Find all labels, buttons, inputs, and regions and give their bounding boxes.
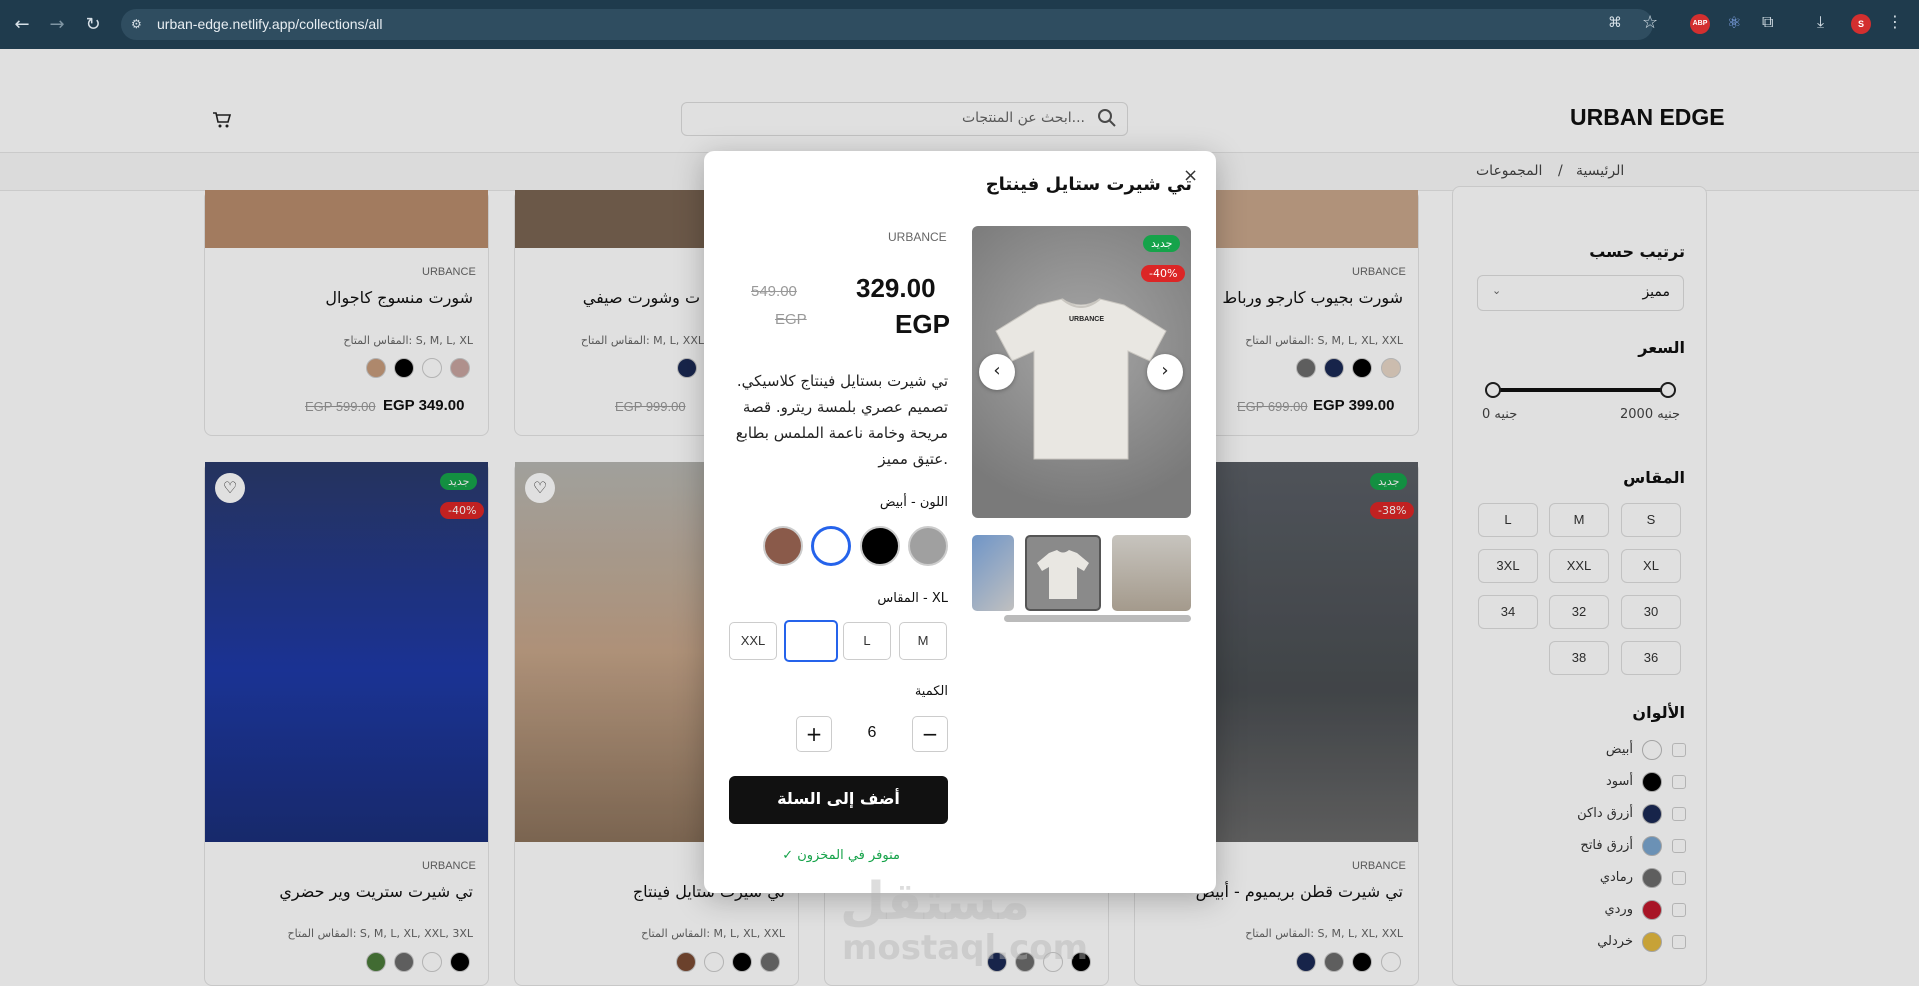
- color-option-white-selected[interactable]: [811, 526, 851, 566]
- quantity-increase-button[interactable]: +: [796, 716, 832, 752]
- modal-currency: EGP: [895, 309, 950, 339]
- size-option[interactable]: XXL: [729, 622, 777, 660]
- modal-price: 329.00: [856, 273, 936, 303]
- extensions-icon[interactable]: ⧉: [1762, 12, 1773, 32]
- badge-discount: -40%: [1141, 265, 1186, 282]
- add-to-cart-button[interactable]: أضف إلى السلة: [729, 776, 948, 824]
- back-icon[interactable]: ←: [11, 14, 33, 36]
- modal-old-currency: EGP: [775, 311, 807, 328]
- next-image-arrow-icon[interactable]: ›: [1147, 354, 1183, 390]
- thumbnail-image[interactable]: [972, 535, 1014, 611]
- adblock-icon[interactable]: ABP: [1690, 14, 1710, 34]
- modal-brand: URBANCE: [888, 230, 947, 244]
- translate-icon[interactable]: ⌘: [1608, 15, 1622, 31]
- color-option-gray[interactable]: [908, 526, 948, 566]
- thumbnail-scrollbar[interactable]: [1004, 615, 1191, 622]
- color-label: اللون - أبيض: [879, 495, 948, 510]
- reload-icon[interactable]: ↻: [82, 14, 104, 36]
- menu-icon[interactable]: ⋮: [1887, 12, 1903, 31]
- forward-icon[interactable]: →: [46, 14, 68, 36]
- download-icon[interactable]: ⤓: [1817, 12, 1824, 32]
- site-info-icon[interactable]: ⚙: [131, 17, 147, 33]
- size-option-selected[interactable]: [784, 620, 838, 662]
- bookmark-star-icon[interactable]: ☆: [1642, 12, 1658, 33]
- prev-image-arrow-icon[interactable]: ‹: [979, 354, 1015, 390]
- url-text: urban-edge.netlify.app/collections/all: [157, 16, 383, 32]
- quantity-label: الكمية: [914, 684, 948, 699]
- size-option[interactable]: M: [899, 622, 947, 660]
- profile-avatar[interactable]: S: [1851, 14, 1871, 34]
- badge-new: جديد: [1143, 235, 1181, 252]
- modal-old-price: 549.00: [751, 283, 797, 300]
- size-label: المقاس - XL: [877, 591, 948, 606]
- thumbnail-image[interactable]: [1112, 535, 1191, 611]
- react-devtools-icon[interactable]: ⚛: [1727, 13, 1741, 32]
- watermark-text: mostaql.com: [842, 928, 1089, 968]
- color-option-black[interactable]: [860, 526, 900, 566]
- stock-status: ✓ متوفر في المخزون: [782, 848, 900, 863]
- thumbnail-image-selected[interactable]: [1025, 535, 1101, 611]
- shirt-print: URBANCE: [1069, 316, 1104, 323]
- modal-description: تي شيرت بستايل فينتاج كلاسيكي. تصميم عصر…: [735, 372, 948, 468]
- watermark-logo: مستقل: [840, 872, 1031, 932]
- size-option[interactable]: L: [843, 622, 891, 660]
- close-icon[interactable]: ×: [1183, 165, 1198, 186]
- modal-title: تي شيرت ستايل فينتاج: [985, 174, 1192, 195]
- quantity-decrease-button[interactable]: −: [912, 716, 948, 752]
- quantity-value[interactable]: 6: [860, 724, 884, 742]
- color-option-brown[interactable]: [763, 526, 803, 566]
